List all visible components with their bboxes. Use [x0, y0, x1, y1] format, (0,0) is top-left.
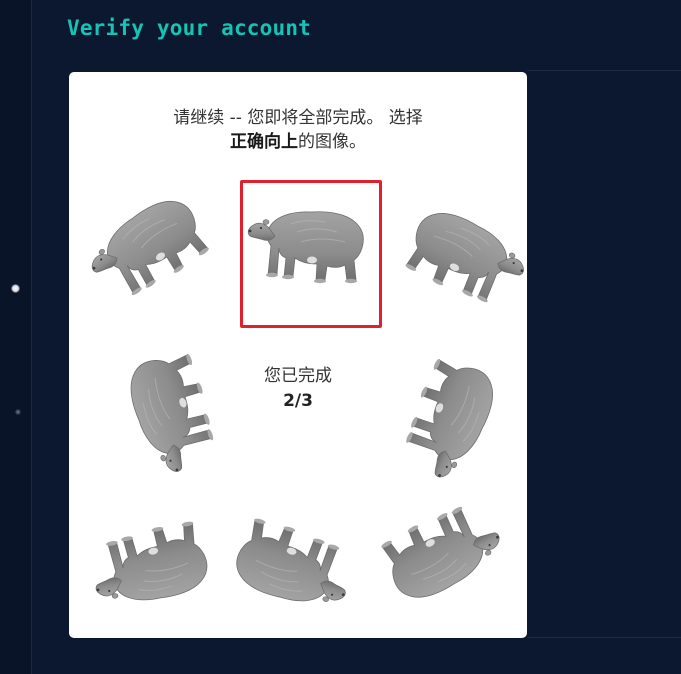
bear-image: [120, 346, 227, 476]
prompt-tail: 的图像。: [298, 132, 366, 152]
bear-image: [374, 491, 505, 610]
bear-image: [391, 351, 505, 482]
bear-shape: [120, 346, 227, 476]
bear-tile-8[interactable]: [221, 492, 359, 630]
bear-image: [85, 188, 216, 312]
captcha-prompt: 请继续 -- 您即将全部完成。 选择 正确向上的图像。: [109, 106, 487, 154]
bear-image: [247, 211, 364, 284]
bear-tile-6[interactable]: [379, 344, 517, 482]
bear-image: [86, 519, 212, 610]
prompt-text: 请继续 -- 您即将全部完成。 选择: [173, 108, 423, 128]
bear-shape: [86, 519, 212, 610]
progress-indicator: 您已完成 2/3: [229, 364, 367, 414]
bottom-divider: [527, 637, 681, 638]
rail-dim-dot: [15, 409, 21, 415]
bear-tile-3[interactable]: [391, 190, 527, 328]
progress-count: 2/3: [283, 391, 313, 411]
bear-tile-2[interactable]: [240, 180, 382, 328]
prompt-emphasis: 正确向上: [230, 132, 298, 152]
bear-image: [398, 201, 527, 318]
rail-light-dot: [11, 284, 20, 293]
bear-shape: [247, 211, 364, 284]
bear-shape: [374, 491, 505, 610]
bear-tile-4[interactable]: [105, 338, 243, 476]
bear-tile-9[interactable]: [367, 482, 505, 620]
page-title: Verify your account: [67, 16, 312, 40]
bear-shape: [85, 188, 216, 312]
bear-tile-1[interactable]: [85, 180, 223, 318]
bear-image: [229, 515, 359, 614]
progress-label: 您已完成: [264, 366, 332, 386]
captcha-frame: 请继续 -- 您即将全部完成。 选择 正确向上的图像。 您已完成 2/3: [69, 72, 527, 638]
top-divider: [527, 70, 681, 71]
bear-shape: [391, 351, 505, 482]
bear-shape: [398, 201, 527, 318]
bear-tile-7[interactable]: [85, 492, 223, 630]
left-rail: [0, 0, 32, 674]
bear-shape: [229, 515, 359, 614]
